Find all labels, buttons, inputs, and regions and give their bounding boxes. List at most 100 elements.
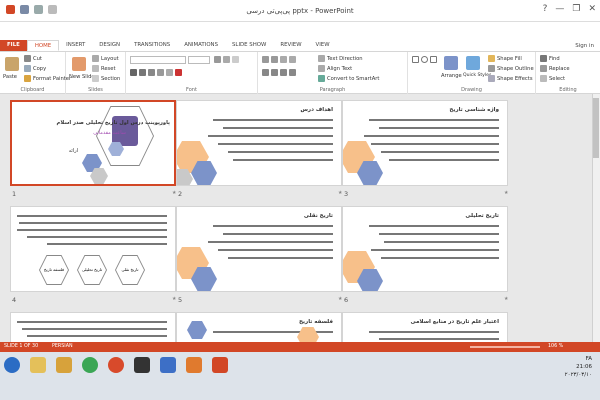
vertical-scrollbar[interactable] (592, 94, 600, 342)
powerpoint-taskbar-icon[interactable] (212, 357, 228, 373)
word-icon[interactable] (160, 357, 176, 373)
line-shape-icon[interactable] (430, 56, 437, 63)
oval-shape-icon[interactable] (421, 56, 428, 63)
tab-home[interactable]: HOME (26, 40, 60, 51)
new-slide-icon[interactable] (72, 57, 86, 71)
bullets-icon[interactable] (262, 56, 269, 63)
format-painter-button[interactable]: Format Painter (24, 75, 71, 82)
slide-thumbnail-2[interactable]: اهداف درس (176, 100, 342, 186)
zoom-level[interactable]: 106 % (548, 344, 563, 349)
justify-icon[interactable] (289, 69, 296, 76)
italic-icon[interactable] (139, 69, 146, 76)
text-line (218, 143, 333, 145)
replace-button[interactable]: Replace (540, 65, 570, 72)
zoom-slider[interactable] (470, 346, 540, 348)
app-icon[interactable] (186, 357, 202, 373)
decrease-indent-icon[interactable] (280, 56, 287, 63)
clear-format-icon[interactable] (232, 56, 239, 63)
underline-icon[interactable] (148, 69, 155, 76)
hex-label: تاریخ تحلیلی (81, 267, 103, 272)
align-text-button[interactable]: Align Text (318, 65, 352, 72)
tab-animations[interactable]: ANIMATIONS (177, 40, 225, 51)
effects-icon (488, 75, 495, 82)
paste-button[interactable]: Paste (3, 74, 17, 80)
tab-view[interactable]: VIEW (309, 40, 337, 51)
shape-outline-button[interactable]: Shape Outline (488, 65, 534, 72)
increase-indent-icon[interactable] (289, 56, 296, 63)
grow-font-icon[interactable] (214, 56, 221, 63)
text-line (223, 127, 333, 129)
window-title: پی‌پی‌تی درسی pptx - PowerPoint (246, 7, 354, 15)
chrome-icon[interactable] (82, 357, 98, 373)
slide-thumbnail-4[interactable]: فلسفه تاریخ تاریخ تحلیلی تاریخ نقلی (10, 206, 176, 292)
rectangle-shape-icon[interactable] (412, 56, 419, 63)
sign-in-link[interactable]: Sign in (575, 43, 594, 49)
minimize-button[interactable]: — (555, 4, 564, 14)
slide-thumbnail-3[interactable]: واژه شناسی تاریخ (342, 100, 508, 186)
align-center-icon[interactable] (271, 69, 278, 76)
text-direction-button[interactable]: Text Direction (318, 55, 363, 62)
layout-button[interactable]: Layout (92, 55, 119, 62)
cut-button[interactable]: Cut (24, 55, 42, 62)
slide-number: 5 (178, 296, 183, 304)
layout-icon (92, 55, 99, 62)
new-slide-button[interactable]: New Slide (69, 74, 95, 80)
shape-effects-button[interactable]: Shape Effects (488, 75, 533, 82)
find-button[interactable]: Find (540, 55, 560, 62)
shape-fill-button[interactable]: Shape Fill (488, 55, 522, 62)
text-line (369, 331, 499, 333)
slide-thumbnail-9[interactable]: اعتبار علم تاریخ در منابع اسلامی (342, 312, 508, 342)
tab-review[interactable]: REVIEW (273, 40, 308, 51)
slide-8-title: فلسفه تاریخ (299, 319, 333, 325)
slide-2-title: اهداف درس (300, 107, 333, 113)
ribbon-tabs: FILE HOME INSERT DESIGN TRANSITIONS ANIM… (0, 40, 600, 52)
terminal-icon[interactable] (134, 357, 150, 373)
strikethrough-icon[interactable] (166, 69, 173, 76)
file-explorer-icon[interactable] (30, 357, 46, 373)
tab-transitions[interactable]: TRANSITIONS (127, 40, 177, 51)
text-line (213, 225, 333, 227)
paragraph-label: Paragraph (319, 87, 346, 93)
font-size-dropdown[interactable] (188, 56, 210, 64)
start-button-icon[interactable] (4, 357, 20, 373)
slide-thumbnail-5[interactable]: تاریخ نقلی (176, 206, 342, 292)
align-right-icon[interactable] (280, 69, 287, 76)
shapes-gallery[interactable] (412, 56, 440, 63)
slide-thumbnail-1[interactable]: پاورپوینت درس اول تاریخ تحلیلی صدر اسلام… (10, 100, 176, 186)
text-line (384, 241, 499, 243)
slide-thumbnail-8[interactable]: فلسفه تاریخ (176, 312, 342, 342)
text-line (17, 321, 167, 323)
reset-button[interactable]: Reset (92, 65, 116, 72)
scrollbar-thumb[interactable] (593, 98, 599, 158)
section-button[interactable]: Section (92, 75, 120, 82)
paste-icon[interactable] (5, 57, 19, 71)
arrange-icon[interactable] (444, 56, 458, 70)
font-color-icon[interactable] (175, 69, 182, 76)
firefox-icon[interactable] (108, 357, 124, 373)
shrink-font-icon[interactable] (223, 56, 230, 63)
copy-button[interactable]: Copy (24, 65, 46, 72)
tab-slide-show[interactable]: SLIDE SHOW (225, 40, 273, 51)
tab-insert[interactable]: INSERT (59, 40, 92, 51)
slide-thumbnail-7[interactable] (10, 312, 176, 342)
tab-design[interactable]: DESIGN (92, 40, 127, 51)
restore-button[interactable]: ❐ (572, 4, 580, 14)
quick-styles-icon[interactable] (466, 56, 480, 70)
media-player-icon[interactable] (56, 357, 72, 373)
keyboard-language[interactable]: FA (565, 355, 592, 363)
shadow-icon[interactable] (157, 69, 164, 76)
align-buttons (262, 69, 296, 76)
help-button[interactable]: ? (543, 4, 548, 14)
numbering-icon[interactable] (271, 56, 278, 63)
text-line (17, 215, 167, 217)
select-button[interactable]: Select (540, 75, 565, 82)
arrange-button[interactable]: Arrange (441, 73, 462, 79)
drawing-group: Arrange Quick Styles Shape Fill Shape Ou… (408, 52, 536, 94)
slide-thumbnail-6[interactable]: تاریخ تحلیلی (342, 206, 508, 292)
align-left-icon[interactable] (262, 69, 269, 76)
font-name-dropdown[interactable] (130, 56, 186, 64)
smartart-button[interactable]: Convert to SmartArt (318, 75, 379, 82)
bold-icon[interactable] (130, 69, 137, 76)
close-button[interactable]: ✕ (588, 4, 596, 14)
tab-file[interactable]: FILE (0, 40, 27, 51)
